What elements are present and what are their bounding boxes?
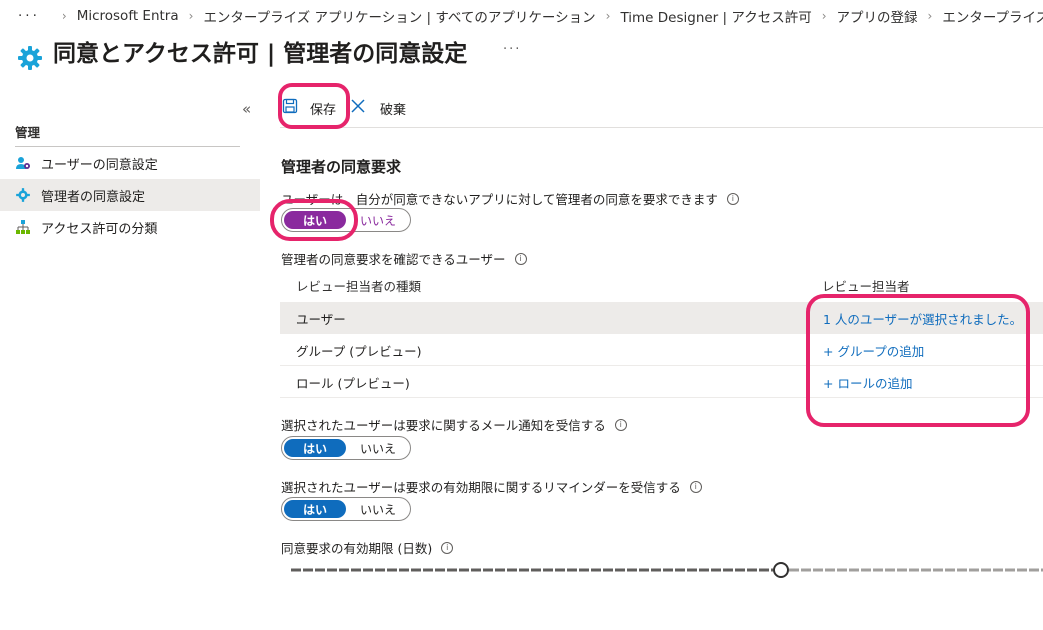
breadcrumb-more-button[interactable]: ···: [18, 8, 40, 24]
toggle-highlight-ring: [270, 199, 358, 241]
page-title: 同意とアクセス許可 | 管理者の同意設定: [53, 41, 468, 67]
column-header-reviewer: レビュー担当者: [822, 279, 910, 294]
info-icon[interactable]: i: [514, 252, 527, 265]
info-icon[interactable]: i: [726, 192, 739, 205]
toggle-yes-option[interactable]: はい: [284, 500, 346, 518]
sidebar-item-user-consent[interactable]: ユーザーの同意設定: [0, 147, 260, 179]
collapse-sidebar-icon[interactable]: «: [242, 100, 251, 118]
sidebar-section-title: 管理: [15, 125, 41, 140]
sidebar-item-permission-classification[interactable]: アクセス許可の分類: [0, 211, 260, 243]
hierarchy-icon: [15, 219, 31, 235]
info-icon[interactable]: i: [614, 418, 627, 431]
info-icon[interactable]: i: [441, 541, 454, 554]
reminder-label-text: 選択されたユーザーは要求の有効期限に関するリマインダーを受信する: [281, 480, 681, 495]
chevron-right-icon: ›: [821, 9, 827, 23]
toggle-yes-option[interactable]: はい: [284, 439, 346, 457]
chevron-right-icon: ›: [927, 9, 933, 23]
reminder-toggle[interactable]: はい いいえ: [281, 497, 411, 521]
chevron-right-icon: ›: [61, 9, 67, 23]
reviewers-label-text: 管理者の同意要求を確認できるユーザー: [281, 252, 506, 267]
breadcrumb: ··· › Microsoft Entra › エンタープライズ アプリケーショ…: [18, 7, 1043, 25]
title-more-button[interactable]: ···: [503, 42, 521, 57]
breadcrumb-item-enterprise-apps[interactable]: エンタープライズ アプリケーション | すべてのアプリケーション: [203, 7, 595, 25]
breadcrumb-item-time-designer[interactable]: Time Designer | アクセス許可: [620, 7, 811, 25]
reviewer-type-cell: ロール (プレビュー): [296, 375, 410, 391]
expiry-label: 同意要求の有効期限 (日数) i: [281, 538, 454, 557]
breadcrumb-item-enterprise-truncated[interactable]: エンタープライズ ア: [942, 7, 1043, 25]
users-gear-icon: [15, 155, 31, 171]
sidebar-item-label: ユーザーの同意設定: [41, 157, 158, 173]
info-icon[interactable]: i: [689, 480, 702, 493]
section-heading: 管理者の同意要求: [281, 158, 402, 176]
breadcrumb-item-app-registration[interactable]: アプリの登録: [837, 7, 918, 25]
chevron-right-icon: ›: [188, 9, 194, 23]
sidebar-item-label: 管理者の同意設定: [41, 189, 146, 205]
toggle-no-option[interactable]: いいえ: [346, 440, 410, 457]
expiry-slider[interactable]: [291, 560, 1043, 580]
gear-icon: [16, 44, 44, 76]
chevron-right-icon: ›: [605, 9, 611, 23]
email-label-text: 選択されたユーザーは要求に関するメール通知を受信する: [281, 418, 606, 433]
column-header-reviewer-type: レビュー担当者の種類: [296, 279, 422, 294]
toggle-no-option[interactable]: いいえ: [346, 501, 410, 518]
reviewer-type-cell: グループ (プレビュー): [296, 343, 422, 359]
slider-thumb: [773, 562, 789, 578]
discard-label: 破棄: [380, 102, 407, 118]
reminder-setting-label: 選択されたユーザーは要求の有効期限に関するリマインダーを受信する i: [281, 477, 702, 496]
discard-button[interactable]: 破棄: [350, 98, 406, 118]
save-highlight-ring: [278, 83, 350, 129]
reviewers-highlight-ring: [806, 294, 1030, 427]
sidebar-item-label: アクセス許可の分類: [41, 221, 158, 237]
sidebar-item-admin-consent[interactable]: 管理者の同意設定: [0, 179, 260, 211]
reviewers-label: 管理者の同意要求を確認できるユーザー i: [281, 249, 527, 268]
email-toggle[interactable]: はい いいえ: [281, 436, 411, 460]
email-setting-label: 選択されたユーザーは要求に関するメール通知を受信する i: [281, 415, 627, 434]
expiry-label-text: 同意要求の有効期限 (日数): [281, 541, 433, 556]
close-icon: [350, 98, 372, 118]
breadcrumb-item-entra[interactable]: Microsoft Entra: [77, 8, 179, 24]
toolbar-divider: [280, 127, 1043, 128]
reviewer-type-cell: ユーザー: [296, 311, 346, 327]
gear-icon: [15, 187, 31, 203]
